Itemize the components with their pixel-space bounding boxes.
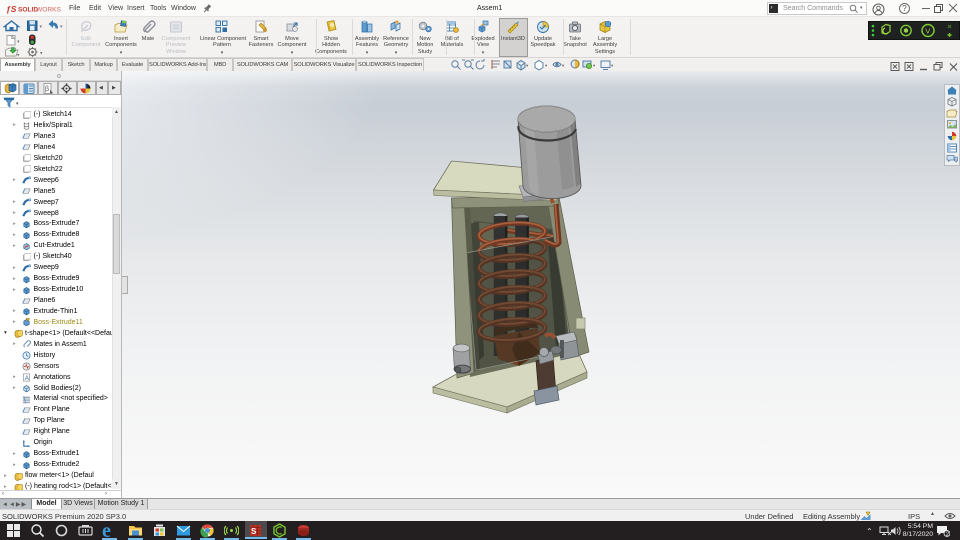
svg-text:ƒS: ƒS	[6, 4, 17, 14]
svg-text:▾: ▾	[16, 101, 19, 107]
svg-text:▾: ▾	[60, 24, 63, 30]
svg-text:▾: ▾	[17, 53, 20, 58]
svg-text:▾: ▾	[40, 51, 43, 57]
svg-text:▾: ▾	[611, 63, 614, 68]
svg-text:▾: ▾	[17, 39, 20, 45]
svg-text:V: V	[925, 26, 930, 35]
svg-text:▾: ▾	[562, 63, 565, 68]
svg-text:WORKS: WORKS	[36, 7, 62, 14]
svg-text:▾: ▾	[593, 63, 596, 68]
svg-text:▾: ▾	[40, 24, 43, 30]
svg-text:▾: ▾	[545, 63, 548, 68]
svg-text:β: β	[45, 86, 49, 93]
svg-text:S: S	[251, 527, 257, 536]
svg-text:▾: ▾	[526, 63, 529, 68]
